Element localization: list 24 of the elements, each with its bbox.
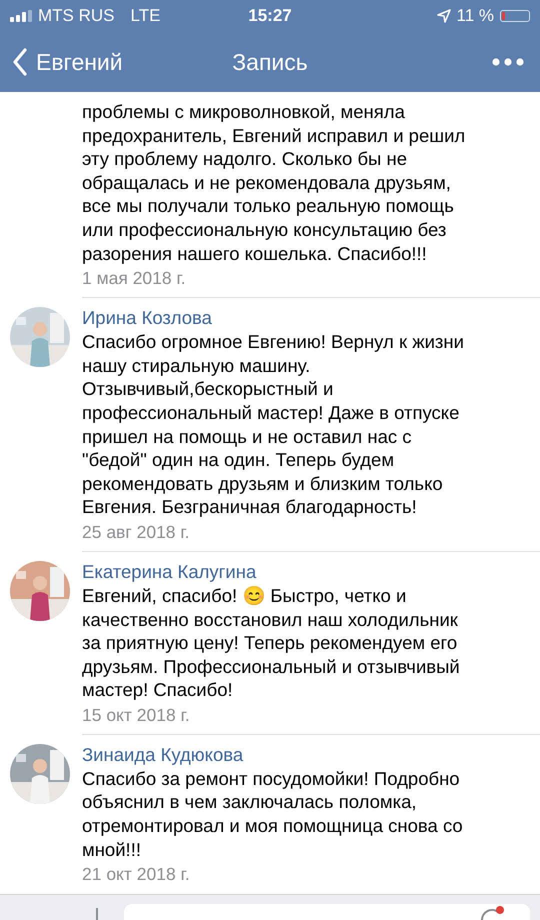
- back-chevron-icon: [12, 48, 28, 76]
- comment-input-field[interactable]: [124, 904, 530, 920]
- battery-percent: 11 %: [456, 6, 494, 26]
- comment-text: Евгений, спасибо! 😊 Быстро, четко и качественно восстановил наш холодильник за приятную цену! Теперь рекомендуем его друзьям. Профессиональный и отзывчивый мастер! Спасибо!: [82, 584, 461, 702]
- clock: 15:27: [248, 6, 292, 26]
- comment-date: 15 окт 2018 г.: [82, 704, 191, 727]
- comment-date: 25 авг 2018 г.: [82, 520, 191, 544]
- screen-title: Запись: [232, 48, 308, 76]
- comment-date: 21 окт 2018 г.: [82, 863, 191, 886]
- battery-icon: [500, 10, 530, 22]
- author-name[interactable]: Екатерина Калугина: [82, 560, 540, 584]
- signal-icon: [10, 10, 32, 22]
- back-button[interactable]: Евгений: [12, 48, 123, 76]
- author-name[interactable]: Зинаида Кудюкова: [82, 742, 540, 767]
- comment-text: Спасибо огромное Евгению! Вернул к жизни нашу стиральную машину. Отзывчивый,бескорыстный и профессиональный мастер! Даже в отпуске пришел на помощь и не оставил нас с "бедой" один на один. Теперь будем рекомендовать друзьям и близким только Евгения. Безграничная благодарность!: [82, 330, 465, 519]
- more-icon[interactable]: [492, 58, 524, 66]
- comment-text: проблемы с микроволновкой, меняла предохранитель, Евгений исправил и решил эту проблему надолго. Сколько бы не обращалась и не рекомендовала друзьям, все мы получали только реальную помощь или профессиональную консультацию без разорения нашего кошелька. Спасибо!!!: [82, 100, 466, 266]
- carrier-name: MTS RUS: [38, 6, 114, 26]
- emoji-icon[interactable]: [480, 906, 504, 920]
- author-name[interactable]: Ирина Козлова: [82, 306, 540, 330]
- comment-date: 1 мая 2018 г.: [82, 267, 187, 290]
- location-icon: [436, 9, 450, 23]
- network-type: LTE: [130, 6, 160, 26]
- comment-text: Спасибо за ремонт посудомойки! Подробно объяснил в чем заключалась поломка, отремонтировал и моя помощница снова со мной!!!: [82, 766, 464, 862]
